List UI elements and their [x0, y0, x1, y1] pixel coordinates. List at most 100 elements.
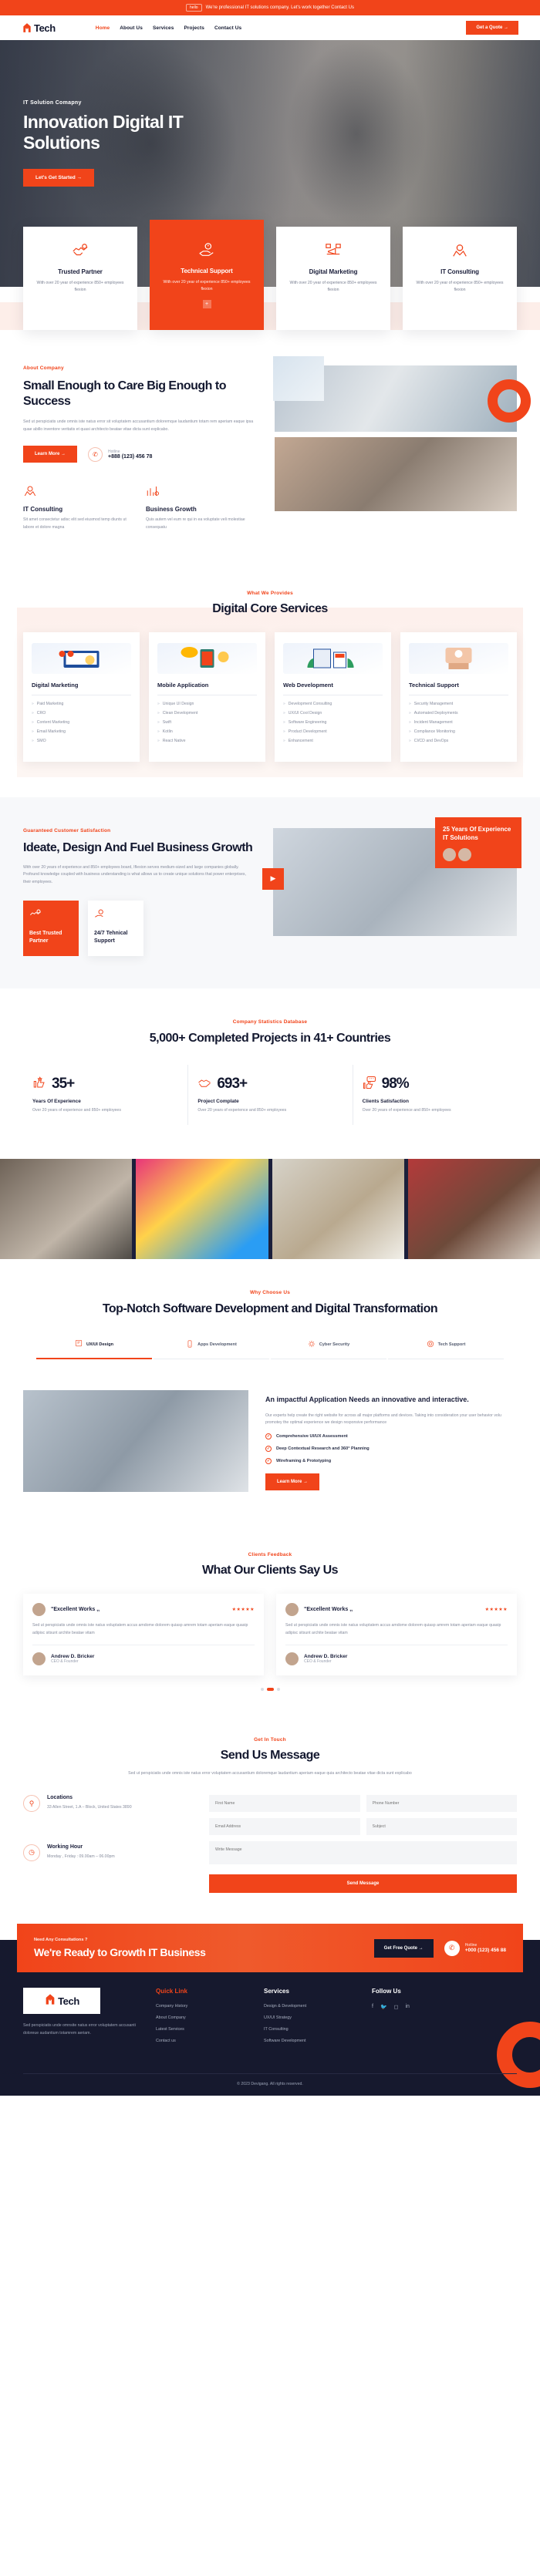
cyber-security-icon — [308, 1340, 316, 1350]
nav-links: Home About Us Services Projects Contact … — [96, 25, 241, 31]
phone-number-input[interactable] — [366, 1795, 517, 1813]
service-card-web-development[interactable]: Web Development » Development Consulting … — [275, 631, 391, 762]
testimonial-card: "Excellent Works ,, ★★★★★ Sed ut perspic… — [276, 1594, 517, 1676]
service-item: » Content Marketing — [32, 719, 70, 725]
testimonials-title: What Our Clients Say Us — [201, 1564, 339, 1578]
get-free-quote-button[interactable]: Get Free Quote → — [373, 1938, 434, 1958]
nav-item-contact-us[interactable]: Contact Us — [214, 25, 241, 31]
gallery-image[interactable] — [272, 1159, 404, 1260]
tab-tech-support[interactable]: Tech Support — [388, 1332, 504, 1360]
testimonial-text: Sed ut perspiciatis unde omnis iste natu… — [32, 1623, 248, 1635]
mini-card-technical-support[interactable]: 24/7 Tehnical Support — [88, 900, 143, 956]
footer-link-latest-services[interactable]: Latest Services — [156, 2027, 247, 2032]
ideate-title: Ideate, Design And Fuel Business Growth — [23, 840, 253, 854]
tab-apps-development[interactable]: Apps Development — [154, 1332, 269, 1360]
message-textarea[interactable] — [209, 1841, 517, 1865]
feature-card-it-consulting[interactable]: IT Consulting With over 20 year of exper… — [403, 227, 517, 331]
feature-title: Trusted Partner — [58, 268, 103, 275]
megaphone-icon — [284, 241, 383, 261]
hero-title: Innovation Digital IT Solutions — [23, 112, 184, 153]
stat-number: 35+ — [52, 1076, 75, 1093]
service-card-technical-support[interactable]: Technical Support » Security Management »… — [400, 631, 517, 762]
hotline[interactable]: ✆ Hotline +888 (123) 456 78 — [88, 446, 152, 462]
footer-link-contact-us[interactable]: Contact us — [156, 2039, 247, 2043]
nav-item-services[interactable]: Services — [153, 25, 174, 31]
cta-subtitle: Need Any Consultations ? — [34, 1938, 88, 1943]
about-learn-more-button[interactable]: Learn More → — [23, 446, 78, 463]
mini-card-best-trusted-partner[interactable]: Best Trusted Partner — [23, 900, 79, 956]
chevron-icon: » — [409, 710, 411, 716]
first-name-input[interactable] — [209, 1795, 360, 1813]
tab-ux-ui-design[interactable]: UX/UI Design — [36, 1332, 152, 1360]
tab-cyber-security[interactable]: Cyber Security — [271, 1332, 386, 1360]
stat-text: Over 20 years of experience and 850+ emp… — [197, 1107, 287, 1113]
why-learn-more-button[interactable]: Learn More → — [265, 1473, 320, 1490]
why-panel-title: An impactful Application Needs an innova… — [265, 1396, 469, 1404]
about-eyebrow: About Company — [23, 365, 64, 372]
logo-text: Tech — [34, 22, 56, 34]
site-logo[interactable]: Tech — [22, 22, 56, 34]
service-title: Web Development — [283, 682, 383, 695]
play-button-icon[interactable]: ▶ — [262, 867, 284, 890]
check-circle-icon: ✓ — [265, 1433, 272, 1440]
why-check-item: ✓ Wireframing & Prototyping — [265, 1457, 517, 1464]
feature-card-digital-marketing[interactable]: Digital Marketing With over 20 year of e… — [276, 227, 390, 331]
plus-icon[interactable]: + — [202, 300, 211, 309]
nav-item-projects[interactable]: Projects — [184, 25, 204, 31]
feature-card-technical-support[interactable]: Technical Support With over 20 year of e… — [150, 220, 264, 331]
footer-link-ux-ui-strategy[interactable]: UX/UI Strategy — [264, 2015, 355, 2020]
service-items: » Development Consulting » UX/UI Cool Desi… — [283, 702, 383, 743]
footer-link-about-company[interactable]: About Company — [156, 2015, 247, 2020]
footer-link-design-development[interactable]: Design & Development — [264, 2004, 355, 2009]
stat-label: Clients Satisfaction — [362, 1098, 409, 1104]
stat-text: Over 20 years of experience and 850+ emp… — [32, 1107, 121, 1113]
service-items: » Unique UI Design » Clean Development » Sw… — [157, 702, 257, 743]
feature-title: IT Consulting — [440, 268, 479, 275]
footer-brand: Tech Sed perspiciatis unde omnsite natus… — [23, 1988, 139, 2050]
carousel-dot[interactable] — [260, 1688, 264, 1692]
hero-cta-button[interactable]: Let's Get Started → — [23, 169, 95, 187]
footer-link-software-development[interactable]: Software Development — [264, 2039, 355, 2043]
subject-input[interactable] — [366, 1818, 517, 1836]
mini-title: Best Trusted Partner — [29, 930, 62, 944]
facebook-icon[interactable]: f — [372, 2004, 373, 2010]
check-label: Wireframing & Prototyping — [276, 1458, 332, 1463]
chevron-icon: » — [32, 738, 34, 743]
feature-card-trusted-partner[interactable]: Trusted Partner With over 20 year of exp… — [23, 227, 137, 331]
carousel-dot-active[interactable] — [266, 1688, 274, 1692]
service-card-digital-marketing[interactable]: Digital Marketing » Paid Marketing » CRO »… — [23, 631, 140, 762]
main-navbar: Tech Home About Us Services Projects Con… — [0, 15, 540, 40]
service-item: » Incident Management — [409, 719, 453, 725]
cta-hotline[interactable]: ✆ Hotline +000 (123) 456 88 — [444, 1940, 506, 1956]
footer-link-company-history[interactable]: Company History — [156, 2004, 247, 2009]
twitter-icon[interactable]: 🐦 — [380, 2004, 387, 2010]
footer-column-title: Quick Link — [156, 1988, 247, 1995]
gallery-image[interactable] — [407, 1159, 540, 1260]
gallery-image[interactable] — [0, 1159, 133, 1260]
tab-label: Cyber Security — [319, 1342, 350, 1348]
gallery-image[interactable] — [136, 1159, 268, 1260]
phone-icon: ✆ — [444, 1940, 460, 1956]
services-title: Digital Core Services — [212, 601, 328, 615]
years-badge-title: 25 Years Of Experience IT Solutions — [443, 825, 511, 841]
carousel-dot[interactable] — [276, 1688, 280, 1692]
thumbs-up-star-icon — [32, 1076, 46, 1093]
service-items: » Paid Marketing » CRO » Content Marketing … — [32, 702, 131, 743]
linkedin-icon[interactable]: in — [405, 2004, 409, 2010]
send-message-button[interactable]: Send Message — [209, 1874, 517, 1894]
services-grid: Digital Marketing » Paid Marketing » CRO »… — [0, 631, 540, 762]
service-card-mobile-application[interactable]: Mobile Application » Unique UI Design » Cl… — [149, 631, 265, 762]
testimonials-eyebrow: Clients Feedback — [248, 1552, 292, 1558]
clock-icon: ◷ — [23, 1844, 40, 1861]
footer-link-it-consulting[interactable]: IT Consulting — [264, 2027, 355, 2032]
email-address-input[interactable] — [209, 1818, 360, 1836]
get-a-quote-button[interactable]: Get a Quote → — [466, 21, 518, 35]
nav-item-home[interactable]: Home — [96, 25, 110, 31]
service-title: Digital Marketing — [32, 682, 131, 695]
footer-logo[interactable]: Tech — [23, 1988, 100, 2015]
avatar — [285, 1603, 299, 1617]
nav-item-about-us[interactable]: About Us — [120, 25, 143, 31]
instagram-icon[interactable]: ◻ — [394, 2004, 399, 2010]
chevron-icon: » — [409, 701, 411, 706]
contact-info-text: Monday , Friday : 09.00am – 06.00pm — [47, 1854, 115, 1859]
